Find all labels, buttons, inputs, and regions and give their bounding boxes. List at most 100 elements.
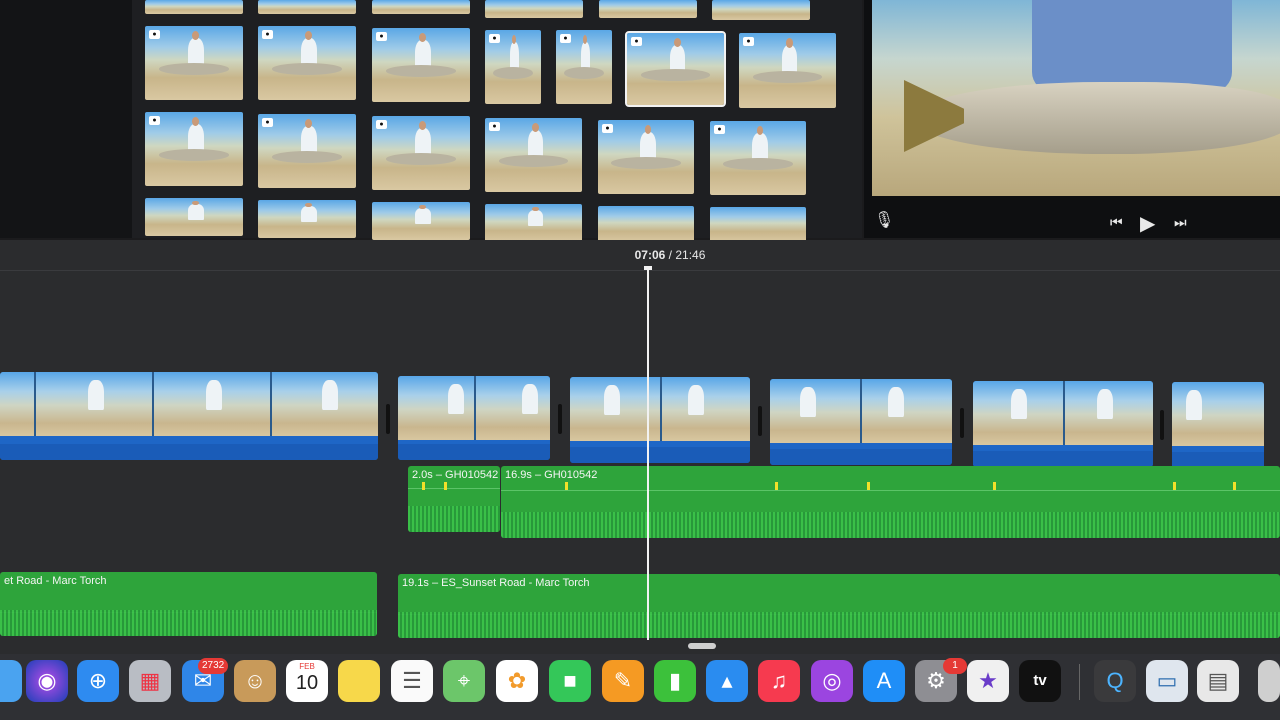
media-thumbnail[interactable]: ● xyxy=(145,112,243,186)
audio-clip[interactable]: 2.0s – GH010542 xyxy=(408,466,500,532)
play-icon[interactable]: ▶ xyxy=(1140,211,1155,236)
preview-icon[interactable]: ▭ xyxy=(1146,660,1188,702)
podcasts-icon[interactable]: ◎ xyxy=(811,660,853,702)
time-separator: / xyxy=(668,248,672,262)
video-clip[interactable] xyxy=(973,381,1153,467)
launchpad-icon[interactable]: ▦ xyxy=(129,660,171,702)
trash-icon[interactable] xyxy=(1258,660,1280,702)
imovie-icon[interactable]: ★ xyxy=(967,660,1009,702)
media-thumbnail[interactable] xyxy=(258,200,356,238)
media-thumbnail[interactable]: ● xyxy=(556,30,612,104)
media-thumbnail[interactable] xyxy=(145,0,243,14)
clip-transition[interactable] xyxy=(960,408,964,438)
media-thumbnail-selected[interactable]: ● xyxy=(625,31,726,107)
maps-icon[interactable]: ⌖ xyxy=(443,660,485,702)
numbers-icon[interactable]: ▮ xyxy=(654,660,696,702)
quicktime-icon[interactable]: Q xyxy=(1094,660,1136,702)
viewer: 🎙 ⏮ ▶ ⏭ xyxy=(864,0,1280,238)
camera-icon: ● xyxy=(560,34,571,43)
music-clip[interactable]: 19.1s – ES_Sunset Road - Marc Torch xyxy=(398,574,1280,638)
media-thumbnail[interactable]: ● xyxy=(485,118,582,192)
music-clip-label: 19.1s – ES_Sunset Road - Marc Torch xyxy=(402,577,590,589)
clip-transition[interactable] xyxy=(758,406,762,436)
audio-clip[interactable]: 16.9s – GH010542 xyxy=(501,466,1280,538)
camera-icon: ● xyxy=(262,118,273,127)
clip-transition[interactable] xyxy=(1160,410,1164,440)
contacts-icon[interactable]: ☺ xyxy=(234,660,276,702)
media-thumbnail[interactable] xyxy=(598,206,694,242)
calendar-icon[interactable]: FEB 10 xyxy=(286,660,328,702)
music-icon[interactable]: ♫ xyxy=(758,660,800,702)
media-thumbnail[interactable] xyxy=(485,0,583,18)
timeline-scrollbar[interactable] xyxy=(688,643,716,649)
media-thumbnail[interactable] xyxy=(599,0,697,18)
media-thumbnail[interactable]: ● xyxy=(598,120,694,194)
media-thumbnail[interactable]: ● xyxy=(258,114,356,188)
media-thumbnail[interactable] xyxy=(258,0,356,14)
pages-icon[interactable]: ✎ xyxy=(602,660,644,702)
music-clip[interactable]: et Road - Marc Torch xyxy=(0,572,377,636)
library-sidebar xyxy=(0,0,132,238)
music-clip-label: et Road - Marc Torch xyxy=(4,575,107,587)
facetime-icon[interactable]: ■ xyxy=(549,660,591,702)
reminders-icon[interactable]: ☰ xyxy=(391,660,433,702)
clip-transition[interactable] xyxy=(386,404,390,434)
current-time: 07:06 xyxy=(634,248,666,262)
media-thumbnail[interactable]: ● xyxy=(258,26,356,100)
playhead[interactable] xyxy=(647,268,649,640)
audio-clip-label: 16.9s – GH010542 xyxy=(505,469,598,481)
media-browser: ● ● ● ● ● ● ● ● ● ● ● ● ● xyxy=(0,0,862,242)
camera-icon: ● xyxy=(743,37,754,46)
safari-icon[interactable]: ⊕ xyxy=(77,660,119,702)
total-time: 21:46 xyxy=(675,248,706,262)
system-settings-icon[interactable]: ⚙ 1 xyxy=(915,658,967,702)
skip-forward-icon[interactable]: ⏭ xyxy=(1174,214,1187,231)
video-preview xyxy=(872,0,1280,196)
camera-icon: ● xyxy=(149,116,160,125)
camera-icon: ● xyxy=(489,122,500,131)
photos-icon[interactable]: ✿ xyxy=(496,660,538,702)
settings-badge: 1 xyxy=(943,658,967,674)
media-thumbnail[interactable]: ● xyxy=(739,33,836,108)
siri-icon[interactable]: ◉ xyxy=(26,660,68,702)
keynote-icon[interactable]: ▴ xyxy=(706,660,748,702)
playhead-handle[interactable] xyxy=(644,266,652,270)
media-thumbnail[interactable]: ● xyxy=(372,28,470,102)
app-store-icon[interactable]: A xyxy=(863,660,905,702)
media-thumbnail[interactable] xyxy=(372,202,470,240)
media-thumbnail[interactable] xyxy=(485,204,582,242)
video-clip[interactable] xyxy=(770,379,952,465)
finder-icon[interactable] xyxy=(0,660,22,702)
timecode-display: 07:06 / 21:46 xyxy=(600,248,740,262)
camera-icon: ● xyxy=(376,120,387,129)
camera-icon: ● xyxy=(149,30,160,39)
microphone-icon[interactable]: 🎙 xyxy=(874,210,894,230)
skip-back-icon[interactable]: ⏮ xyxy=(1110,214,1123,231)
video-clip[interactable] xyxy=(570,377,750,463)
video-clip[interactable] xyxy=(1172,382,1264,468)
timeline-ruler xyxy=(0,270,1280,271)
camera-icon: ● xyxy=(489,34,500,43)
video-clip[interactable] xyxy=(398,376,550,460)
camera-icon: ● xyxy=(262,30,273,39)
camera-icon: ● xyxy=(631,37,642,46)
camera-icon: ● xyxy=(602,124,613,133)
media-thumbnail[interactable] xyxy=(712,0,810,20)
media-thumbnail[interactable] xyxy=(145,198,243,236)
clip-transition[interactable] xyxy=(558,404,562,434)
video-clip[interactable] xyxy=(0,372,378,460)
mail-icon[interactable]: ✉ 2732 xyxy=(182,658,229,702)
tv-icon[interactable]: tv xyxy=(1019,660,1061,702)
camera-icon: ● xyxy=(714,125,725,134)
folder-icon[interactable]: ▤ xyxy=(1197,660,1239,702)
notes-icon[interactable] xyxy=(338,660,380,702)
media-thumbnail[interactable]: ● xyxy=(372,116,470,190)
dock-separator xyxy=(1079,664,1080,700)
camera-icon: ● xyxy=(376,32,387,41)
media-thumbnail[interactable] xyxy=(372,0,470,14)
media-thumbnail[interactable] xyxy=(710,207,806,242)
media-thumbnail[interactable]: ● xyxy=(485,30,541,104)
mail-badge: 2732 xyxy=(198,658,229,674)
media-thumbnail[interactable]: ● xyxy=(710,121,806,195)
media-thumbnail[interactable]: ● xyxy=(145,26,243,100)
